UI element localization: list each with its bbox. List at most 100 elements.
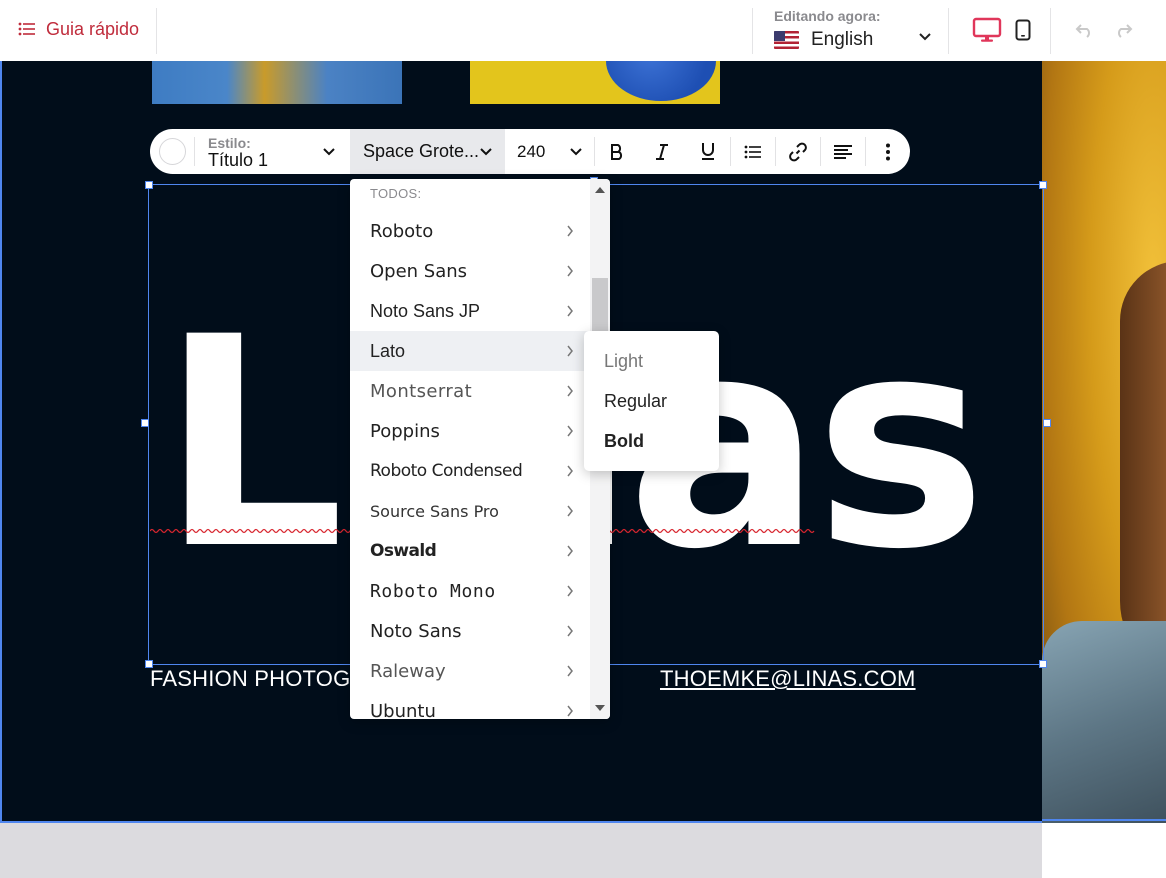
font-option-montserrat[interactable]: Montserrat (350, 371, 588, 411)
chevron-right-icon (567, 425, 573, 437)
style-select[interactable]: Estilo: Título 1 (196, 132, 346, 172)
text-color-picker[interactable] (159, 138, 186, 165)
font-option-roboto[interactable]: Roboto (350, 211, 588, 251)
language-select[interactable]: English (774, 27, 936, 53)
chevron-right-icon (567, 385, 573, 397)
font-option-label: Noto Sans JP (370, 300, 481, 321)
font-option-noto-sans-jp[interactable]: Noto Sans JP (350, 291, 588, 331)
resize-handle-bottom-right[interactable] (1039, 660, 1047, 668)
weight-option-bold[interactable]: Bold (604, 431, 644, 452)
resize-handle-right[interactable] (1043, 419, 1051, 427)
desktop-view-button[interactable] (971, 14, 1003, 46)
redo-icon (1118, 24, 1133, 38)
font-option-noto-sans[interactable]: Noto Sans (350, 611, 588, 651)
more-options-button[interactable] (873, 137, 902, 166)
font-option-label: Roboto Condensed (370, 461, 523, 481)
footer-tagline[interactable]: FASHION PHOTOGRA (150, 666, 381, 692)
underline-icon (701, 143, 714, 160)
resize-handle-left[interactable] (141, 419, 149, 427)
font-option-roboto-mono[interactable]: Roboto Mono (350, 571, 588, 611)
contact-email-link[interactable]: THOEMKE@LINAS.COM (660, 666, 916, 692)
bold-button[interactable] (602, 137, 631, 166)
italic-icon (655, 143, 668, 160)
italic-button[interactable] (647, 137, 676, 166)
font-option-label: Source Sans Pro (370, 501, 499, 521)
font-option-ubuntu[interactable]: Ubuntu (350, 691, 588, 719)
us-flag-icon (774, 31, 799, 49)
language-value: English (811, 29, 874, 50)
divider (865, 137, 866, 166)
weight-option-light[interactable]: Light (604, 351, 643, 372)
font-option-label: Roboto (370, 220, 434, 242)
font-size-value: 240 (517, 141, 546, 161)
font-weight-submenu: Light Regular Bold (584, 331, 719, 471)
font-option-label: Montserrat (370, 380, 473, 402)
gallery-image-2[interactable] (470, 61, 720, 104)
font-option-label: Poppins (370, 420, 440, 442)
font-option-label: Raleway (370, 660, 446, 682)
divider (752, 8, 753, 54)
bold-icon (610, 143, 622, 160)
font-option-label: Open Sans (370, 260, 468, 282)
gallery-image-1[interactable] (152, 61, 402, 104)
divider (194, 137, 195, 166)
chevron-right-icon (567, 305, 573, 317)
font-size-select[interactable]: 240 (508, 129, 592, 174)
editing-now-label: Editando agora: (774, 8, 881, 24)
text-toolbar: Estilo: Título 1 Space Grote... 240 (150, 129, 910, 174)
chevron-right-icon (567, 345, 573, 357)
font-family-select[interactable]: Space Grote... (350, 129, 505, 174)
font-option-label: Oswald (370, 541, 437, 561)
chevron-right-icon (567, 225, 573, 237)
chevron-down-icon (570, 148, 582, 156)
undo-button[interactable] (1070, 16, 1098, 44)
divider (156, 8, 157, 54)
font-option-label: Roboto Mono (370, 580, 496, 602)
divider (948, 8, 949, 54)
chevron-right-icon (567, 585, 573, 597)
chevron-right-icon (567, 505, 573, 517)
link-icon (788, 142, 807, 161)
redo-button[interactable] (1110, 16, 1138, 44)
font-group-header: TODOS: (370, 186, 422, 201)
link-button[interactable] (783, 137, 812, 166)
divider (775, 137, 776, 166)
font-option-poppins[interactable]: Poppins (350, 411, 588, 451)
resize-handle-top-left[interactable] (145, 181, 153, 189)
weight-option-regular[interactable]: Regular (604, 391, 667, 412)
list-button[interactable] (738, 137, 767, 166)
font-option-lato[interactable]: Lato (350, 331, 588, 371)
chevron-right-icon (567, 705, 573, 717)
underline-button[interactable] (693, 137, 722, 166)
quick-guide-label: Guia rápido (46, 18, 140, 39)
chevron-right-icon (567, 545, 573, 557)
font-family-dropdown[interactable]: TODOS: Roboto Open Sans Noto Sans JP Lato Mo… (350, 179, 610, 719)
font-option-open-sans[interactable]: Open Sans (350, 251, 588, 291)
font-family-value: Space Grote... (363, 141, 480, 161)
scroll-down-icon[interactable] (595, 705, 605, 711)
chevron-down-icon (323, 148, 335, 156)
quick-guide-button[interactable]: Guia rápido (18, 16, 139, 42)
chevron-right-icon (567, 625, 573, 637)
mobile-view-button[interactable] (1007, 14, 1039, 46)
list-icon (18, 22, 35, 36)
resize-handle-top-right[interactable] (1039, 181, 1047, 189)
align-button[interactable] (828, 137, 857, 166)
font-option-raleway[interactable]: Raleway (350, 651, 588, 691)
top-bar: Guia rápido Editando agora: English (0, 0, 1166, 61)
portrait-photo (1042, 61, 1166, 823)
font-option-source-sans-pro[interactable]: Source Sans Pro (350, 491, 588, 531)
more-vertical-icon (885, 143, 890, 160)
style-value: Título 1 (208, 150, 269, 170)
font-option-roboto-condensed[interactable]: Roboto Condensed (350, 451, 588, 491)
chevron-down-icon (919, 33, 931, 41)
chevron-down-icon (480, 148, 492, 156)
font-option-label: Noto Sans (370, 620, 462, 642)
divider (820, 137, 821, 166)
font-option-oswald[interactable]: Oswald (350, 531, 588, 571)
font-option-label: Lato (370, 340, 406, 361)
chevron-right-icon (567, 665, 573, 677)
scroll-up-icon[interactable] (595, 187, 605, 193)
bulleted-list-icon (744, 145, 761, 158)
undo-icon (1075, 24, 1090, 38)
